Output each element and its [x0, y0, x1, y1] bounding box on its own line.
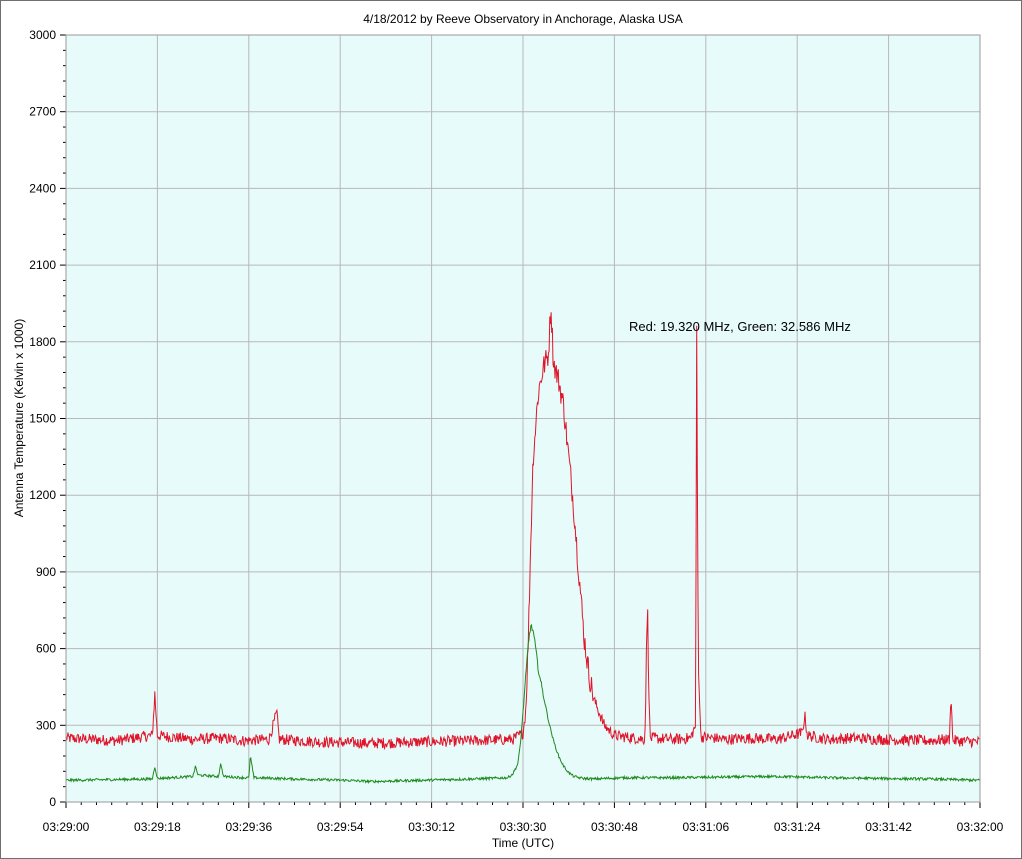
- y-tick-label: 300: [36, 718, 56, 732]
- y-axis-label: Antenna Temperature (Kelvin x 1000): [12, 319, 26, 518]
- x-tick-label: 03:29:54: [317, 820, 364, 834]
- y-tick-label: 1500: [29, 412, 56, 426]
- x-axis-label: Time (UTC): [492, 836, 554, 850]
- y-tick-label: 2700: [29, 105, 56, 119]
- y-tick-label: 1800: [29, 335, 56, 349]
- chart-title: 4/18/2012 by Reeve Observatory in Anchor…: [363, 12, 683, 26]
- x-tick-label: 03:29:36: [225, 820, 272, 834]
- y-tick-label: 3000: [29, 28, 56, 42]
- x-tick-label: 03:32:00: [957, 820, 1004, 834]
- chart-window: 0 300 600 900 1200 1500 1800 2100 2400 2700 3000 03…: [0, 0, 1022, 859]
- x-tick-label: 03:31:06: [682, 820, 729, 834]
- x-tick-label: 03:30:48: [591, 820, 638, 834]
- x-tick-label: 03:29:00: [43, 820, 90, 834]
- y-tick-label: 1200: [29, 488, 56, 502]
- y-tick-label: 2400: [29, 181, 56, 195]
- y-tick-label: 2100: [29, 258, 56, 272]
- y-tick-label: 900: [36, 565, 56, 579]
- x-tick-label: 03:29:18: [134, 820, 181, 834]
- y-tick-label: 0: [49, 795, 56, 809]
- frequency-annotation: Red: 19.320 MHz, Green: 32.586 MHz: [629, 319, 851, 334]
- x-tick-label: 03:31:24: [774, 820, 821, 834]
- y-tick-label: 600: [36, 642, 56, 656]
- x-tick-label: 03:30:12: [408, 820, 455, 834]
- chart-svg: 0 300 600 900 1200 1500 1800 2100 2400 2700 3000 03…: [12, 12, 1004, 850]
- x-tick-label: 03:31:42: [865, 820, 912, 834]
- x-tick-label: 03:30:30: [500, 820, 547, 834]
